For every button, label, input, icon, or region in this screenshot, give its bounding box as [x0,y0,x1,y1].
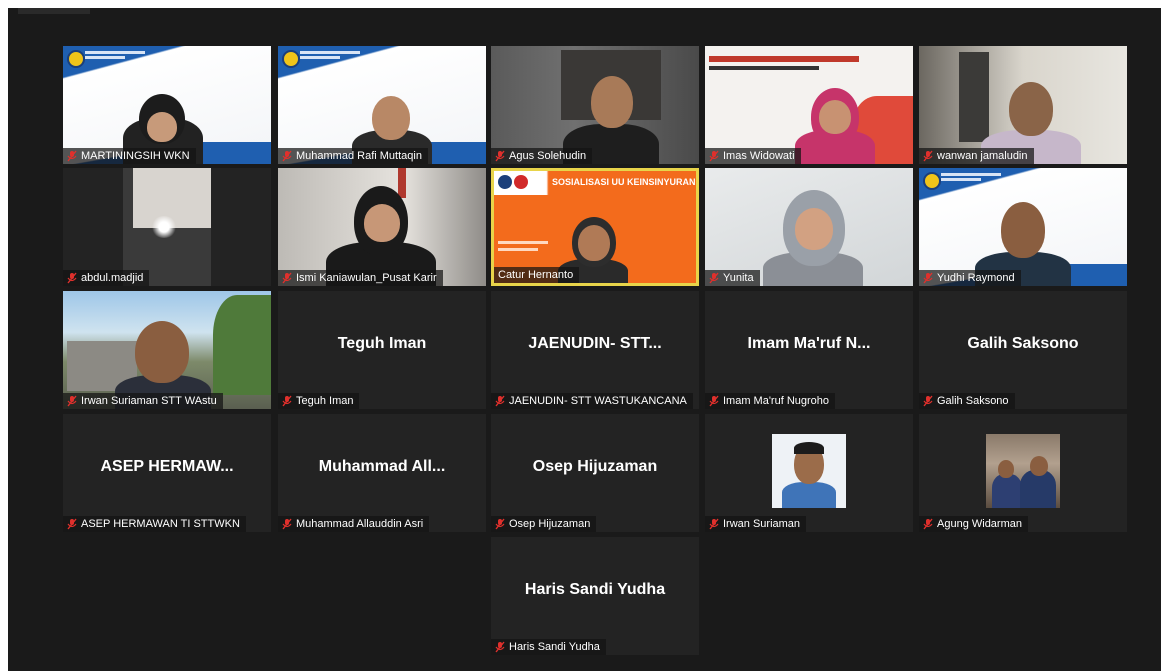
participant-name-label: Yunita [705,270,760,286]
participant-name-label: Muhammad Rafi Muttaqin [278,148,428,164]
participant-tile[interactable]: Agus Solehudin [491,46,699,164]
muted-mic-icon [67,150,77,162]
muted-mic-icon [923,150,933,162]
participant-tile[interactable]: Yunita [705,168,913,286]
muted-mic-icon [67,518,77,530]
muted-mic-icon [709,272,719,284]
participant-name-label: Agung Widarman [919,516,1028,532]
participant-name-label: Muhammad Allauddin Asri [278,516,430,532]
participant-display-name: ASEP HERMAW... [100,458,234,475]
participant-display-name: Muhammad All... [318,458,446,475]
top-toolbar-stub [18,8,90,14]
video-feed [491,46,699,164]
slide-title: SOSIALISASI UU KEINSINYURAN [552,177,696,187]
participant-tile[interactable]: JAENUDIN- STT... JAENUDIN- STT WASTUKANC… [491,291,699,409]
participant-display-name: Haris Sandi Yudha [524,581,666,598]
slide-logo-icon [514,175,528,189]
participant-name-label: Galih Saksono [919,393,1015,409]
slide-logo-icon [498,175,512,189]
muted-mic-icon [495,150,505,162]
video-feed [278,168,486,286]
muted-mic-icon [923,272,933,284]
muted-mic-icon [282,518,292,530]
participant-name-label: Yudhi Raymond [919,270,1021,286]
participant-tile[interactable]: Teguh Iman Teguh Iman [278,291,486,409]
participant-name-label: Agus Solehudin [491,148,593,164]
meeting-gallery-view: MARTININGSIH WKN Muhammad Rafi Muttaqin … [8,8,1161,671]
participant-tile[interactable]: Muhammad Rafi Muttaqin [278,46,486,164]
participant-display-name: Imam Ma'ruf N... [747,335,871,352]
participant-tile[interactable]: Haris Sandi Yudha Haris Sandi Yudha [491,537,699,655]
muted-mic-icon [282,150,292,162]
participant-tile[interactable]: Yudhi Raymond [919,168,1127,286]
participant-display-name: Osep Hijuzaman [532,458,658,475]
video-feed [705,168,913,286]
active-speaker-tile[interactable]: SOSIALISASI UU KEINSINYURAN Catur Hernan… [491,168,699,286]
profile-photo [986,434,1060,508]
muted-mic-icon [282,272,292,284]
muted-mic-icon [495,395,505,407]
participant-name-label: Irwan Suriaman [705,516,807,532]
participant-tile[interactable]: MARTININGSIH WKN [63,46,271,164]
video-feed [919,168,1127,286]
participant-name-label: Haris Sandi Yudha [491,639,606,655]
video-feed [63,46,271,164]
participant-tile[interactable]: Irwan Suriaman STT WAstu [63,291,271,409]
participant-name-label: Osep Hijuzaman [491,516,597,532]
participant-tile[interactable]: Agung Widarman [919,414,1127,532]
participant-tile[interactable]: Ismi Kaniawulan_Pusat Karir [278,168,486,286]
participant-tile[interactable]: Muhammad All... Muhammad Allauddin Asri [278,414,486,532]
participant-name-label: Irwan Suriaman STT WAstu [63,393,223,409]
muted-mic-icon [709,518,719,530]
muted-mic-icon [923,518,933,530]
participant-tile[interactable]: Galih Saksono Galih Saksono [919,291,1127,409]
participant-tile[interactable]: wanwan jamaludin [919,46,1127,164]
participant-name-label: ASEP HERMAWAN TI STTWKN [63,516,246,532]
video-feed [63,168,271,286]
muted-mic-icon [923,395,933,407]
muted-mic-icon [67,272,77,284]
participant-tile[interactable]: abdul.madjid [63,168,271,286]
participant-name-label: Imam Ma'ruf Nugroho [705,393,836,409]
participant-tile[interactable]: Irwan Suriaman [705,414,913,532]
participant-tile[interactable]: Osep Hijuzaman Osep Hijuzaman [491,414,699,532]
muted-mic-icon [67,395,77,407]
profile-photo [772,434,846,508]
video-feed [63,291,271,409]
participant-name-label: abdul.madjid [63,270,150,286]
participant-tile[interactable]: ASEP HERMAW... ASEP HERMAWAN TI STTWKN [63,414,271,532]
video-feed [278,46,486,164]
participant-name-label: Ismi Kaniawulan_Pusat Karir [278,270,443,286]
muted-mic-icon [495,518,505,530]
participant-name-label: Catur Hernanto [494,267,580,283]
participant-name-label: JAENUDIN- STT WASTUKANCANA [491,393,693,409]
participant-tile[interactable]: Imam Ma'ruf N... Imam Ma'ruf Nugroho [705,291,913,409]
participant-display-name: Teguh Iman [337,335,427,352]
participant-name-label: wanwan jamaludin [919,148,1034,164]
participant-name-label: Teguh Iman [278,393,360,409]
participant-tile[interactable]: Imas Widowati [705,46,913,164]
participant-display-name: Galih Saksono [967,335,1079,352]
muted-mic-icon [709,395,719,407]
participant-display-name: JAENUDIN- STT... [528,335,662,352]
participant-name-label: Imas Widowati [705,148,801,164]
video-feed [919,46,1127,164]
muted-mic-icon [282,395,292,407]
participant-name-label: MARTININGSIH WKN [63,148,196,164]
video-feed [705,46,913,164]
muted-mic-icon [709,150,719,162]
muted-mic-icon [495,641,505,653]
